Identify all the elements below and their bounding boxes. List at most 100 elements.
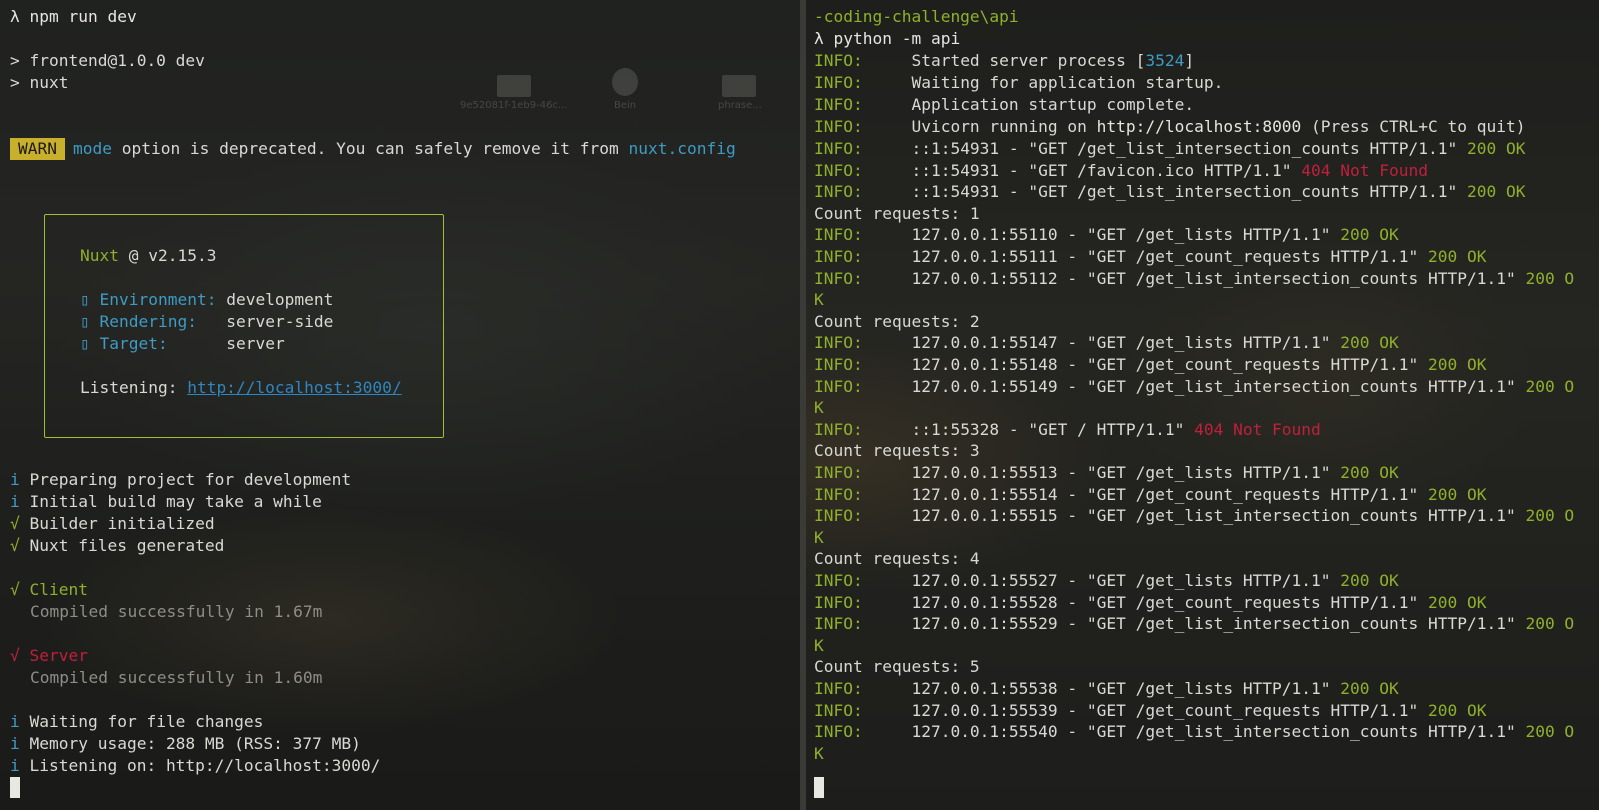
nuxt-listening-row: Listening: http://localhost:3000/ (80, 377, 402, 399)
client-build-line: √ Client (10, 579, 88, 601)
listening-url-link[interactable]: http://localhost:3000/ (187, 378, 401, 397)
info-text: Initial build may take a while (29, 492, 322, 511)
success-line: √ Builder initialized (10, 513, 215, 535)
desktop-file-icon (722, 75, 756, 97)
status-code: 200 OK (1428, 355, 1487, 374)
nuxt-target-row: ▯ Target: server (80, 333, 285, 355)
left-terminal-pane[interactable]: 9e52081f-1eb9-46c... Bein phrase... λ np… (0, 0, 800, 810)
script-header: > frontend@1.0.0 dev (10, 51, 205, 70)
log-line: INFO: 127.0.0.1:55539 - "GET /get_count_… (814, 700, 1486, 722)
log-line: INFO: 127.0.0.1:55111 - "GET /get_count_… (814, 246, 1486, 268)
log-level: INFO: (814, 139, 863, 158)
log-level: INFO: (814, 268, 863, 288)
status-code: 200 O (1525, 614, 1575, 634)
count-line: Count requests: 1 (814, 203, 980, 223)
status-code: 200 OK (1428, 700, 1487, 720)
log-level: INFO: (814, 160, 863, 180)
log-line: INFO: ::1:55328 - "GET / HTTP/1.1" 404 N… (814, 419, 1321, 441)
server-build-line: √ Server (10, 645, 88, 667)
info-line: i Waiting for file changes (10, 711, 263, 733)
text-cursor[interactable] (10, 777, 20, 798)
log-level: INFO: (814, 225, 863, 245)
log-line: INFO: 127.0.0.1:55540 - "GET /get_list_i… (814, 721, 1574, 743)
log-line: INFO: 127.0.0.1:55528 - "GET /get_count_… (814, 592, 1486, 614)
prompt-command: λ python -m api (814, 29, 961, 48)
log-level: INFO: (814, 95, 863, 114)
log-level: INFO: (814, 182, 863, 202)
log-text: (Press CTRL+C to quit) (1301, 117, 1526, 136)
target-value: server (226, 334, 285, 353)
count-line: Count requests: 4 (814, 549, 980, 569)
log-line: INFO: 127.0.0.1:55538 - "GET /get_lists … (814, 678, 1399, 700)
status-code: 200 OK (1340, 571, 1399, 590)
wrapped-status: K (814, 527, 824, 547)
status-code: 200 O (1525, 722, 1575, 742)
status-code: 200 OK (1340, 679, 1399, 698)
script-command: > nuxt (10, 73, 69, 92)
server-build-detail: Compiled successfully in 1.60m (30, 668, 323, 687)
log-line: INFO: 127.0.0.1:55112 - "GET /get_list_i… (814, 268, 1574, 290)
log-level: INFO: (814, 614, 863, 634)
log-line: INFO: 127.0.0.1:55515 - "GET /get_list_i… (814, 505, 1574, 527)
success-line: √ Nuxt files generated (10, 535, 224, 557)
count-line: Count requests: 5 (814, 657, 980, 677)
wrapped-status: K (814, 290, 824, 310)
client-label: Client (29, 580, 88, 599)
text-cursor[interactable] (814, 777, 824, 798)
info-icon: i (10, 492, 20, 511)
log-level: INFO: (814, 484, 863, 504)
log-line: INFO: Started server process [3524] (814, 50, 1194, 72)
status-code: 404 Not Found (1301, 160, 1428, 180)
log-text: 127.0.0.1:55540 - "GET /get_list_interse… (862, 722, 1526, 742)
count-line: Count requests: 3 (814, 441, 980, 461)
log-text: Application startup complete. (862, 95, 1195, 114)
log-text: ::1:54931 - "GET /favicon.ico HTTP/1.1" (862, 160, 1302, 180)
log-text: ::1:54931 - "GET /get_list_intersection_… (862, 139, 1467, 158)
warn-line: WARN mode option is deprecated. You can s… (10, 138, 736, 160)
log-level: INFO: (814, 333, 863, 353)
log-line: INFO: 127.0.0.1:55527 - "GET /get_lists … (814, 570, 1399, 592)
success-text: Builder initialized (29, 514, 215, 533)
status-code: 404 Not Found (1194, 419, 1321, 439)
info-line: i Memory usage: 288 MB (RSS: 377 MB) (10, 733, 361, 755)
log-text: 127.0.0.1:55515 - "GET /get_list_interse… (862, 506, 1526, 526)
rendering-value: server-side (226, 312, 334, 331)
log-level: INFO: (814, 419, 863, 439)
nuxt-version: @ v2.15.3 (118, 246, 217, 265)
warn-keyword: mode (72, 139, 112, 158)
log-text: Waiting for application startup. (862, 73, 1224, 92)
status-code: 200 O (1525, 506, 1575, 526)
cwd-path: -coding-challenge\api (814, 7, 1019, 26)
wrapped-status: K (814, 635, 824, 655)
status-code: 200 OK (1428, 484, 1487, 504)
log-text: 127.0.0.1:55529 - "GET /get_list_interse… (862, 614, 1526, 634)
right-terminal-pane[interactable]: -coding-challenge\api λ python -m api IN… (806, 0, 1599, 810)
info-text: Memory usage: 288 MB (RSS: 377 MB) (29, 734, 361, 753)
log-level: INFO: (814, 73, 863, 92)
status-code: 200 OK (1428, 247, 1487, 266)
status-code: 200 OK (1340, 463, 1399, 482)
count-line: Count requests: 2 (814, 311, 980, 331)
listening-label: Listening: (80, 378, 188, 397)
log-text: ::1:55328 - "GET / HTTP/1.1" (862, 419, 1195, 439)
log-level: INFO: (814, 51, 863, 70)
check-icon: √ (10, 536, 20, 555)
log-level: INFO: (814, 700, 863, 720)
log-level: INFO: (814, 117, 863, 136)
log-text: 127.0.0.1:55147 - "GET /get_lists HTTP/1… (862, 333, 1341, 353)
status-code: 200 O (1525, 376, 1575, 396)
log-text: 127.0.0.1:55528 - "GET /get_count_reques… (862, 592, 1428, 612)
status-code: 200 OK (1428, 592, 1487, 612)
desktop-icon-label: 9e52081f-1eb9-46c... (460, 100, 568, 111)
info-icon: i (10, 756, 20, 775)
nuxt-rendering-row: ▯ Rendering: server-side (80, 311, 333, 333)
rendering-key: Rendering: (99, 312, 197, 331)
log-text: 127.0.0.1:55148 - "GET /get_count_reques… (862, 355, 1428, 374)
log-line: INFO: ::1:54931 - "GET /get_list_interse… (814, 181, 1525, 203)
server-url[interactable]: http://localhost:8000 (1097, 117, 1302, 136)
info-text: Preparing project for development (29, 470, 352, 489)
info-line: i Preparing project for development (10, 469, 351, 491)
log-line: INFO: 127.0.0.1:55147 - "GET /get_lists … (814, 332, 1399, 354)
status-code: 200 OK (1466, 139, 1526, 158)
status-code: 200 OK (1340, 333, 1399, 353)
